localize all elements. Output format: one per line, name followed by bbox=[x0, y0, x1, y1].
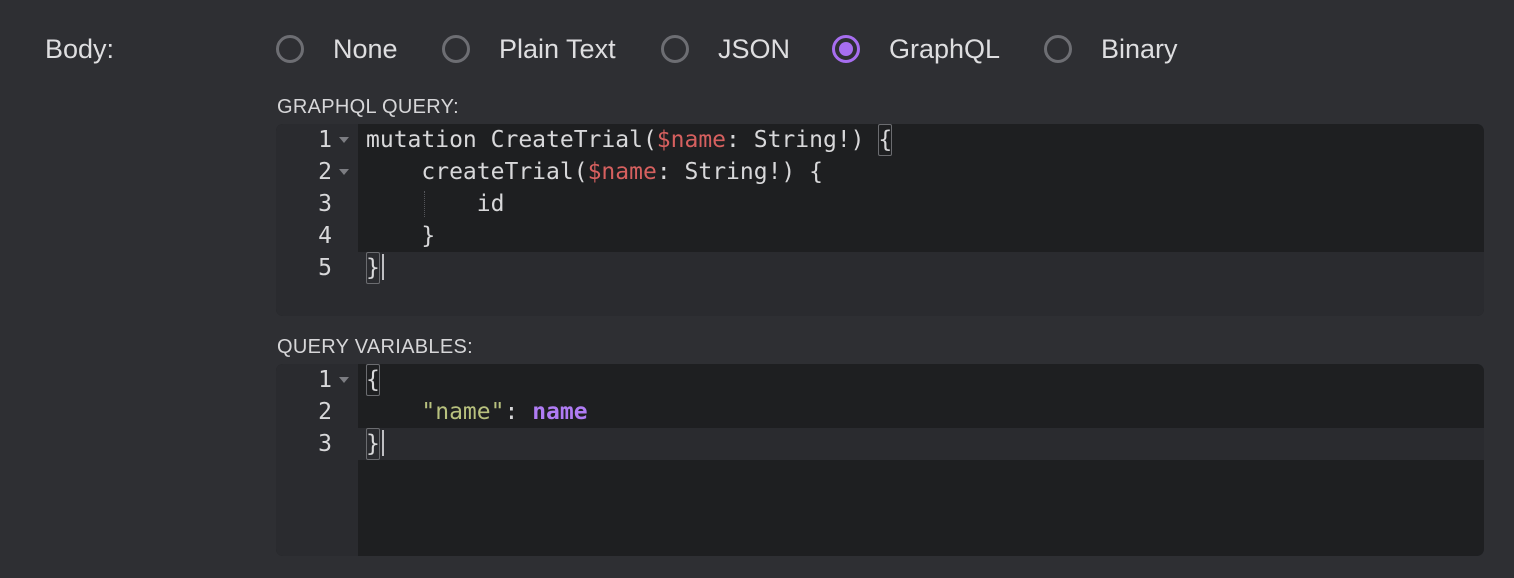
radio-graphql[interactable]: GraphQL bbox=[832, 30, 1000, 68]
radio-label-plain-text: Plain Text bbox=[499, 33, 616, 64]
radio-label-none: None bbox=[333, 33, 398, 64]
code-line[interactable]: 1 { bbox=[276, 364, 1484, 396]
radio-selected-icon[interactable] bbox=[832, 35, 860, 63]
line-number: 2 bbox=[318, 399, 332, 425]
code-text: "name": name bbox=[421, 399, 588, 425]
radio-label-binary: Binary bbox=[1101, 33, 1178, 64]
fold-arrow-icon[interactable] bbox=[339, 169, 349, 175]
text-cursor bbox=[381, 254, 384, 280]
matching-bracket: { bbox=[366, 364, 380, 396]
code-line-active[interactable]: 3 } bbox=[276, 428, 1484, 460]
line-number: 3 bbox=[318, 431, 332, 457]
line-number: 5 bbox=[318, 255, 332, 281]
body-label: Body: bbox=[45, 34, 115, 64]
code-text: } bbox=[366, 428, 384, 460]
radio-none[interactable]: None bbox=[276, 30, 398, 68]
fold-arrow-icon[interactable] bbox=[339, 377, 349, 383]
matching-bracket: } bbox=[366, 252, 380, 284]
graphql-query-editor[interactable]: 1 mutation CreateTrial($name: String!) {… bbox=[276, 124, 1484, 316]
code-text: { bbox=[366, 364, 380, 396]
line-number: 4 bbox=[318, 223, 332, 249]
code-line-active[interactable]: 5 } bbox=[276, 252, 1484, 284]
code-text: } bbox=[366, 252, 384, 284]
fold-arrow-icon[interactable] bbox=[339, 137, 349, 143]
text-cursor bbox=[381, 430, 384, 456]
query-variables-editor[interactable]: 1 { 2 "name": name 3 } bbox=[276, 364, 1484, 556]
code-line[interactable]: 4 } bbox=[276, 220, 1484, 252]
code-line[interactable]: 2 createTrial($name: String!) { bbox=[276, 156, 1484, 188]
code-line[interactable]: 3 id bbox=[276, 188, 1484, 220]
radio-binary[interactable]: Binary bbox=[1044, 30, 1178, 68]
radio-circle-icon[interactable] bbox=[661, 35, 689, 63]
query-variables-label: QUERY VARIABLES: bbox=[277, 336, 473, 358]
line-number: 1 bbox=[318, 127, 332, 153]
radio-circle-icon[interactable] bbox=[442, 35, 470, 63]
code-text: } bbox=[366, 223, 436, 249]
line-number: 3 bbox=[318, 191, 332, 217]
code-line[interactable]: 2 "name": name bbox=[276, 396, 1484, 428]
code-text: createTrial($name: String!) { bbox=[366, 159, 823, 185]
radio-circle-icon[interactable] bbox=[276, 35, 304, 63]
editor-empty-line bbox=[358, 284, 1484, 316]
radio-label-graphql: GraphQL bbox=[889, 33, 1001, 64]
code-text: id bbox=[366, 191, 505, 217]
radio-json[interactable]: JSON bbox=[661, 30, 790, 68]
code-line[interactable]: 1 mutation CreateTrial($name: String!) { bbox=[276, 124, 1484, 156]
line-number: 2 bbox=[318, 159, 332, 185]
radio-label-json: JSON bbox=[718, 33, 791, 64]
radio-plain-text[interactable]: Plain Text bbox=[442, 30, 616, 68]
line-number: 1 bbox=[318, 367, 332, 393]
graphql-query-label: GRAPHQL QUERY: bbox=[277, 96, 460, 118]
radio-circle-icon[interactable] bbox=[1044, 35, 1072, 63]
matching-bracket: { bbox=[878, 124, 892, 156]
matching-bracket: } bbox=[366, 428, 380, 460]
code-text: mutation CreateTrial($name: String!) { bbox=[366, 124, 892, 156]
